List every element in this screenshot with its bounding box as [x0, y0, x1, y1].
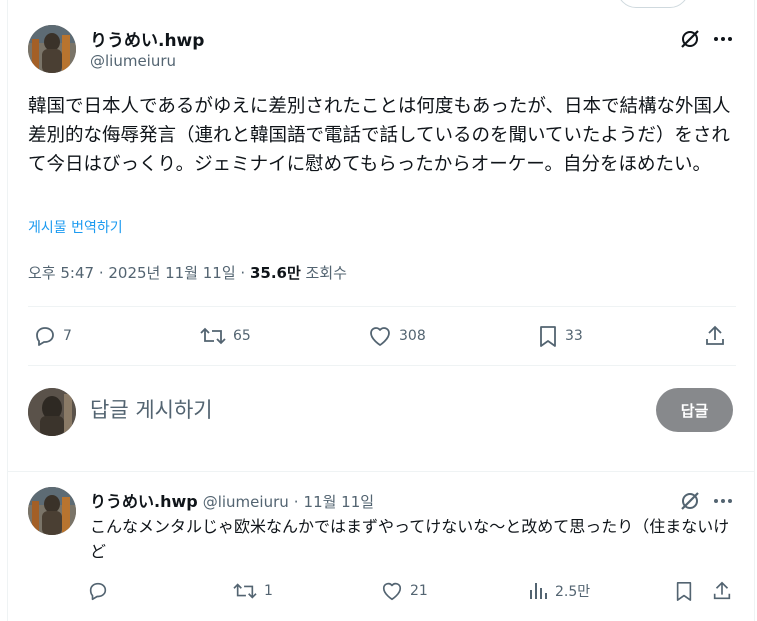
reply-button[interactable]: 7	[33, 324, 72, 348]
share-icon	[706, 325, 724, 345]
views-icon	[530, 583, 547, 599]
like-icon	[382, 582, 402, 601]
views-count: 35.6만	[249, 264, 301, 282]
bookmark-count: 33	[565, 328, 583, 344]
divider	[28, 306, 736, 307]
more-icon[interactable]	[710, 26, 736, 52]
divider	[28, 365, 736, 366]
separator-dot: ·	[293, 493, 299, 511]
avatar[interactable]	[28, 25, 76, 73]
retweet-count: 65	[233, 328, 251, 344]
reply-count: 7	[63, 328, 72, 344]
reply-date[interactable]: 11월 11일	[304, 491, 375, 512]
timestamp[interactable]: 오후 5:47 · 2025년 11월 11일 ·	[28, 264, 250, 282]
bookmark-icon	[676, 582, 692, 601]
reply-input[interactable]: 답글 게시하기	[90, 394, 213, 424]
reply-button[interactable]	[87, 580, 115, 602]
share-icon	[713, 581, 731, 600]
views-button[interactable]: 2.5만	[527, 580, 590, 602]
like-icon	[370, 327, 390, 346]
reply-icon	[36, 327, 54, 346]
like-button[interactable]: 21	[380, 580, 428, 602]
like-button[interactable]: 308	[367, 324, 426, 348]
more-icon[interactable]	[710, 488, 736, 514]
avatar-image	[28, 25, 76, 73]
grok-icon[interactable]	[677, 26, 703, 52]
timeline-border-right	[754, 0, 755, 621]
top-follow-button-edge[interactable]	[617, 0, 689, 8]
retweet-button[interactable]: 65	[199, 324, 251, 348]
share-button[interactable]	[711, 580, 733, 602]
timeline-border-left	[7, 0, 8, 621]
like-count: 21	[410, 583, 428, 599]
bookmark-button[interactable]	[674, 580, 694, 602]
reply-icon	[89, 582, 107, 601]
like-count: 308	[399, 328, 426, 344]
reply-text: こんなメンタルじゃ欧米なんかではまずやってけないな〜と改めて思ったり（住まないけ…	[90, 517, 730, 561]
author-handle[interactable]: @liumeiuru	[203, 493, 289, 511]
views-count: 2.5만	[555, 584, 591, 600]
author-handle[interactable]: @liumeiuru	[90, 52, 176, 70]
tweet-text: 韓国で日本人であるがゆえに差別されたことは何度もあったが、日本で結構な外国人差別…	[28, 96, 731, 175]
retweet-icon	[233, 583, 257, 599]
grok-icon[interactable]	[677, 488, 703, 514]
bookmark-button[interactable]: 33	[537, 324, 583, 348]
author-name[interactable]: りうめい.hwp	[90, 26, 204, 51]
views-label: 조회수	[300, 264, 347, 282]
retweet-button[interactable]: 1	[232, 580, 273, 602]
reply-header: りうめい.hwp @liumeiuru · 11월 11일	[90, 488, 374, 512]
author-name[interactable]: りうめい.hwp	[90, 488, 198, 512]
bookmark-icon	[540, 326, 556, 347]
reply-submit-button[interactable]: 답글	[656, 388, 733, 432]
compose-avatar	[28, 388, 76, 436]
avatar-image	[28, 388, 76, 436]
retweet-count: 1	[264, 583, 273, 599]
divider	[7, 471, 755, 472]
retweet-icon	[200, 327, 226, 345]
translate-link[interactable]: 게시물 번역하기	[28, 217, 123, 237]
share-button[interactable]	[703, 324, 727, 348]
tweet-meta: 오후 5:47 · 2025년 11월 11일 · 35.6만 조회수	[28, 262, 347, 283]
avatar-image	[28, 487, 76, 535]
avatar[interactable]	[28, 487, 76, 535]
